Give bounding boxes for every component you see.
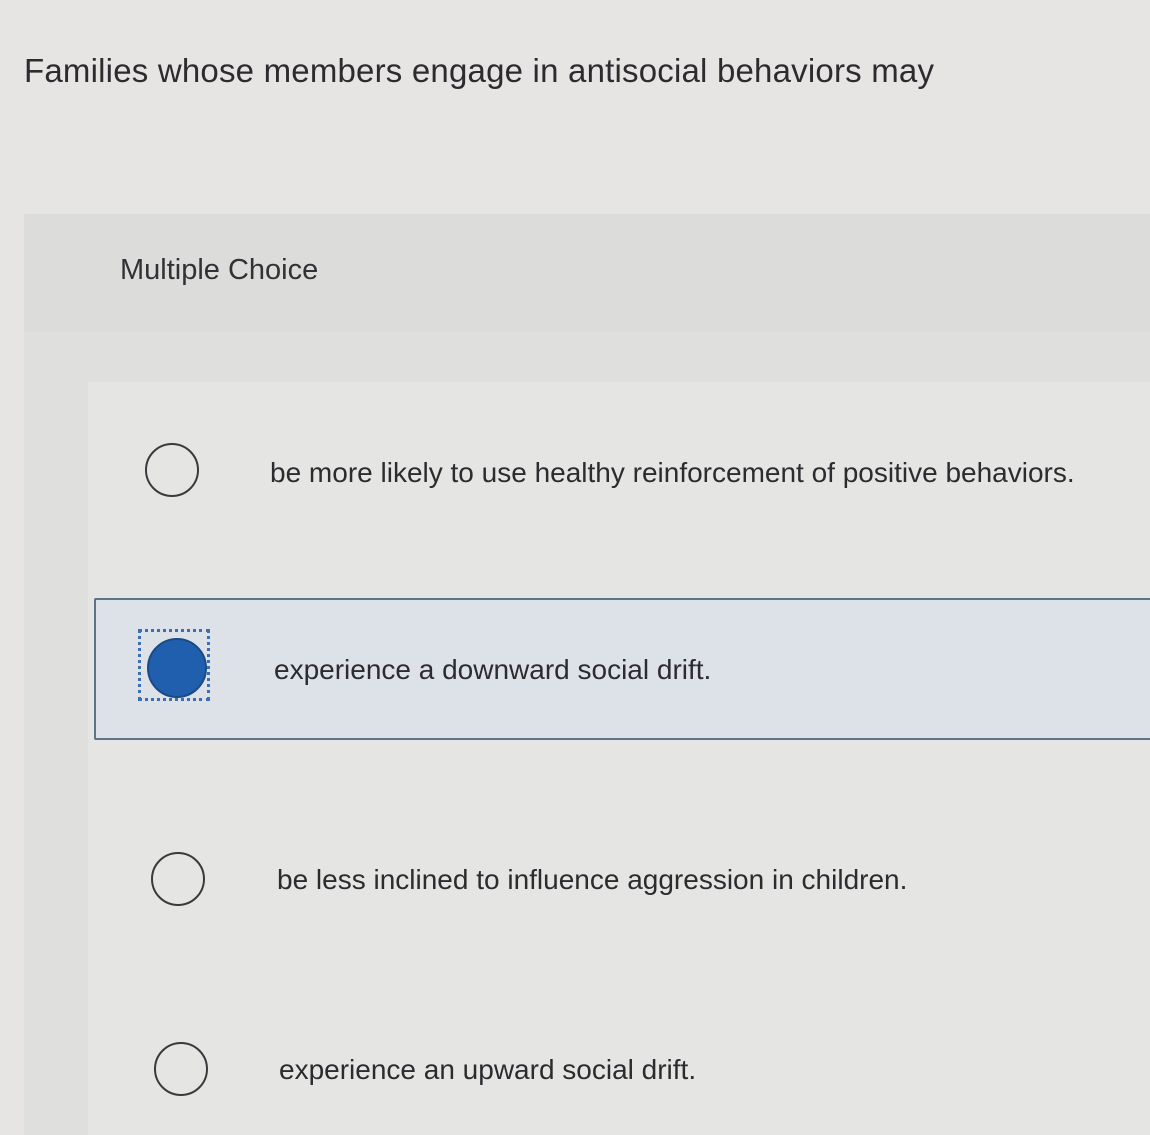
radio-button[interactable] <box>151 852 205 906</box>
option-b-text: experience a downward social drift. <box>274 654 712 685</box>
option-b[interactable]: experience a downward social drift. <box>94 598 1150 740</box>
panel-header: Multiple Choice <box>24 214 1150 332</box>
option-d-text: experience an upward social drift. <box>279 1054 697 1085</box>
radio-button[interactable] <box>154 1042 208 1096</box>
option-c-text: be less inclined to influence aggression… <box>277 864 908 895</box>
radio-button-selected[interactable] <box>138 629 210 701</box>
options-list: be more likely to use healthy reinforcem… <box>88 382 1150 1135</box>
multiple-choice-label: Multiple Choice <box>120 254 319 286</box>
radio-selected-dot-icon <box>147 638 207 698</box>
option-a[interactable]: be more likely to use healthy reinforcem… <box>88 382 1150 524</box>
option-a-text: be more likely to use healthy reinforcem… <box>270 457 1075 488</box>
question-text: Families whose members engage in antisoc… <box>24 52 935 89</box>
option-d[interactable]: experience an upward social drift. <box>88 958 1150 1100</box>
question-panel: Multiple Choice be more likely to use he… <box>24 214 1150 1135</box>
option-c[interactable]: be less inclined to influence aggression… <box>88 768 1150 910</box>
radio-button[interactable] <box>145 443 199 497</box>
